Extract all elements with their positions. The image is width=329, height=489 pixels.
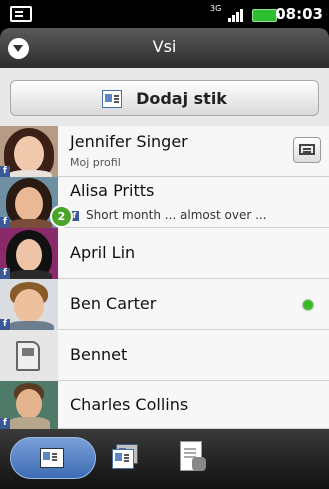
- contact-name: Alisa Pritts: [70, 181, 155, 200]
- tab-bar: [0, 429, 329, 489]
- contact-name: Ben Carter: [70, 294, 157, 313]
- contact-name: Bennet: [70, 345, 128, 364]
- notification-count-badge: 2: [50, 205, 73, 228]
- status-clock: 08:03: [275, 5, 323, 23]
- title-bar: Vsi: [0, 28, 329, 68]
- status-bar: 3G 08:03: [0, 0, 329, 28]
- list-item-panel: April Lin: [58, 228, 329, 279]
- battery-icon: [252, 9, 280, 22]
- phone-icon: [192, 457, 206, 471]
- add-contact-button[interactable]: Dodaj stik: [10, 80, 319, 116]
- signal-icon: [228, 8, 246, 22]
- list-item-panel: Alisa Pritts f Short month ... almost ov…: [58, 177, 329, 228]
- contact-name: Charles Collins: [70, 395, 189, 414]
- list-item[interactable]: f Ben Carter: [0, 279, 329, 330]
- tab-people[interactable]: [10, 437, 96, 479]
- list-item-panel: Ben Carter: [58, 279, 329, 330]
- contact-card-icon: [102, 89, 126, 108]
- list-item[interactable]: f Charles Collins: [0, 381, 329, 429]
- facebook-icon: f: [0, 217, 10, 228]
- list-item[interactable]: Bennet: [0, 330, 329, 381]
- sim-card-icon: [16, 341, 40, 371]
- facebook-icon: f: [0, 268, 10, 279]
- list-item[interactable]: f 2 Alisa Pritts f Short month ... almos…: [0, 177, 329, 228]
- contact-list[interactable]: Dodaj stik f Jennifer Singer Moj profil: [0, 68, 329, 429]
- facebook-icon: f: [0, 166, 10, 177]
- phone-screen: 3G 08:03 Vsi Dodaj stik f Jennifer Singe…: [0, 0, 329, 489]
- list-item-panel: Bennet: [58, 330, 329, 381]
- list-item[interactable]: f Jennifer Singer Moj profil: [0, 126, 329, 177]
- add-contact-label: Dodaj stik: [136, 88, 227, 108]
- tab-call-history[interactable]: [168, 437, 216, 479]
- avatar: [0, 330, 58, 381]
- notification-icon[interactable]: [10, 6, 32, 22]
- contact-name: Jennifer Singer: [70, 132, 188, 151]
- page-title[interactable]: Vsi: [0, 37, 329, 56]
- contact-status: Short month ... almost over ...: [86, 208, 267, 222]
- tab-groups[interactable]: [102, 437, 150, 479]
- facebook-icon: f: [0, 418, 10, 429]
- groups-icon: [112, 444, 138, 469]
- list-item-panel: Jennifer Singer Moj profil: [58, 126, 329, 177]
- contacts-icon: [40, 447, 66, 469]
- add-contact-bar: Dodaj stik: [0, 68, 329, 126]
- contact-name: April Lin: [70, 243, 136, 262]
- contact-subtitle: Moj profil: [70, 156, 121, 169]
- send-contact-card-button[interactable]: [293, 137, 321, 163]
- list-item-panel: Charles Collins: [58, 381, 329, 429]
- facebook-icon: f: [0, 319, 10, 330]
- network-type-label: 3G: [210, 4, 222, 13]
- online-status-icon: [303, 300, 313, 310]
- list-item[interactable]: f April Lin: [0, 228, 329, 279]
